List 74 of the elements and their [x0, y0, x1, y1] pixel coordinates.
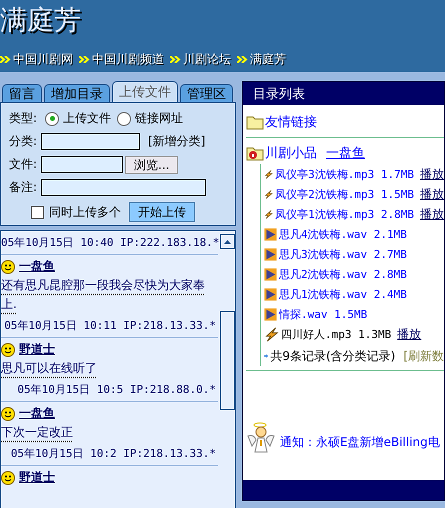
nav-link[interactable]: 中国川剧网	[0, 51, 73, 68]
smiley-icon	[1, 342, 15, 356]
site-title: 满庭芳	[0, 4, 81, 38]
tab[interactable]: 留言	[2, 84, 42, 102]
chevron-icon	[0, 56, 11, 63]
file-link[interactable]: 思凡3沈铁梅.wav 2.7MB	[279, 246, 407, 262]
field-label: 分类:	[9, 133, 38, 150]
notice-link[interactable]: 通知：永硕E盘新增eBilling电	[280, 434, 440, 451]
radio-button[interactable]	[45, 112, 59, 126]
smiley-icon	[1, 406, 15, 420]
field-label: 备注:	[9, 179, 38, 196]
arrow-icon	[264, 351, 268, 361]
play-icon	[264, 228, 277, 240]
file-link[interactable]: 思凡1沈铁梅.wav 2.4MB	[279, 286, 407, 302]
play-link[interactable]: 播放	[420, 186, 444, 202]
checkbox-label: 同时上传多个	[49, 204, 121, 220]
file-link[interactable]: 凤仪亭3沈铁梅.mp3 1.7MB	[275, 166, 414, 182]
file-link[interactable]: 四川好人.mp3 1.3MB	[281, 326, 392, 342]
tab[interactable]: 管理区	[180, 84, 233, 102]
file-link[interactable]: 情探.wav 1.5MB	[279, 306, 368, 322]
chevron-icon	[170, 56, 181, 63]
smiley-icon	[1, 470, 15, 484]
radio-button[interactable]	[117, 112, 131, 126]
upload-button[interactable]: 开始上传	[129, 202, 195, 222]
author-name[interactable]: 一盘鱼	[19, 405, 55, 422]
input-field[interactable]	[41, 133, 140, 150]
angel-drawing	[246, 422, 276, 454]
refresh-link[interactable]: [刷新数	[403, 348, 444, 364]
file-link[interactable]: 凤仪亭1沈铁梅.mp3 2.8MB	[275, 206, 414, 222]
field-label: 文件:	[9, 156, 38, 173]
post-meta: 05年10月15日 10:11 IP:218.13.33.*	[1, 314, 218, 338]
owner-link[interactable]: 一盘鱼	[326, 144, 365, 162]
radio-label: 上传文件	[63, 110, 111, 127]
play-link[interactable]: 播放	[420, 166, 444, 182]
chevron-icon	[79, 56, 90, 63]
file-link[interactable]: 凤仪亭2沈铁梅.mp3 1.5MB	[275, 186, 414, 202]
author-name[interactable]: 野道士	[19, 469, 55, 486]
play-link[interactable]: 播放	[420, 206, 444, 222]
scroll-up-button[interactable]	[220, 234, 235, 249]
record-count: 共9条记录(含分类记录)	[270, 348, 396, 364]
nav-link[interactable]: 满庭芳	[237, 51, 286, 68]
locked-folder-icon	[246, 145, 264, 161]
panel-title: 目录列表	[243, 82, 444, 105]
play-icon	[264, 268, 277, 280]
post-meta: 05年10月15日 10:2 IP:218.13.33.*	[1, 442, 218, 466]
play-icon	[264, 308, 277, 320]
new-category-link[interactable]: [新增分类]	[148, 133, 206, 150]
input-field[interactable]	[41, 156, 123, 173]
author-name[interactable]: 一盘鱼	[19, 258, 55, 275]
chevron-icon	[237, 56, 248, 63]
folder-link[interactable]: 友情链接	[265, 113, 317, 131]
play-icon	[264, 288, 277, 300]
scrollbar-thumb[interactable]	[220, 311, 235, 410]
folder-icon	[246, 114, 264, 130]
author-name[interactable]: 野道士	[19, 341, 55, 358]
browse-button[interactable]: 浏览...	[125, 156, 178, 174]
file-link[interactable]: 思凡2沈铁梅.wav 2.8MB	[279, 266, 407, 282]
radio-label: 链接网址	[135, 110, 183, 127]
folder-link[interactable]: 川剧小品	[265, 144, 317, 162]
nav-link[interactable]: 中国川剧频道	[79, 51, 164, 68]
input-field[interactable]	[41, 179, 206, 196]
caret-icon	[224, 240, 231, 244]
play-icon	[264, 248, 277, 260]
tab[interactable]: 上传文件	[112, 81, 178, 102]
post-meta: 05年10月15日 10:5 IP:218.88.0.*	[1, 378, 218, 402]
checkbox[interactable]	[31, 206, 44, 218]
nav-link[interactable]: 川剧论坛	[170, 51, 231, 68]
post-meta: 05年10月15日 10:40 IP:222.183.18.*	[1, 231, 218, 255]
play-link[interactable]: 播放	[397, 326, 422, 342]
tab[interactable]: 增加目录	[44, 84, 110, 102]
smiley-icon	[1, 260, 15, 274]
field-label: 类型:	[9, 110, 38, 127]
file-link[interactable]: 思凡4沈铁梅.wav 2.1MB	[279, 226, 407, 242]
lightning-icon	[264, 326, 279, 342]
